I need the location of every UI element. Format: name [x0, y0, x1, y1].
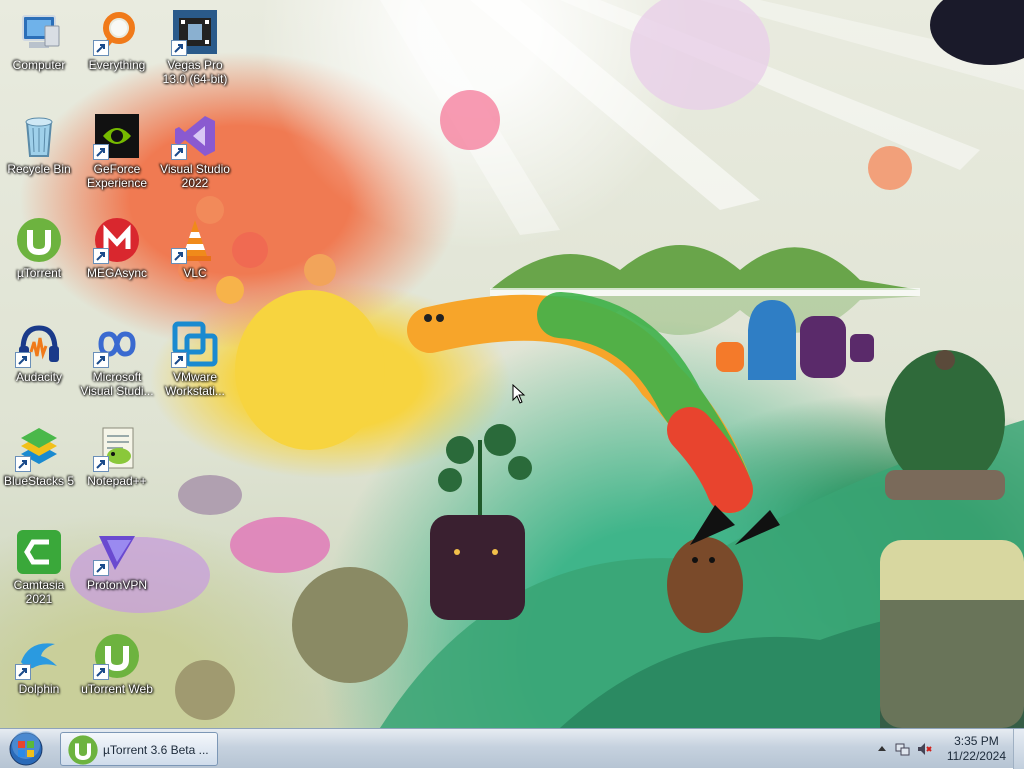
shortcut-arrow-icon	[15, 352, 31, 368]
desktop-icon-dolphin[interactable]: Dolphin	[0, 632, 78, 696]
clock[interactable]: 3:35 PM 11/22/2024	[947, 734, 1006, 764]
show-desktop-button[interactable]	[1013, 729, 1024, 769]
shortcut-arrow-icon	[171, 248, 187, 264]
start-button[interactable]	[6, 731, 46, 767]
desktop-icon-vlc[interactable]: VLC	[156, 216, 234, 280]
network-icon[interactable]	[894, 741, 910, 757]
camtasia-icon	[15, 530, 63, 580]
clock-time: 3:35 PM	[954, 734, 999, 748]
taskbar-button-label: µTorrent 3.6 Beta ...	[103, 743, 209, 757]
icon-label: GeForce Experience	[86, 162, 148, 190]
desktop-icon-megasync[interactable]: MEGAsync	[78, 216, 156, 280]
desktop[interactable]: Computer Everything Vegas Pro 13.0 (64-b…	[0, 0, 1024, 728]
shortcut-arrow-icon	[171, 144, 187, 160]
windows-orb-icon	[6, 731, 46, 771]
shortcut-arrow-icon	[93, 352, 109, 368]
shortcut-arrow-icon	[93, 560, 109, 576]
desktop-icon-utorrent[interactable]: µTorrent	[0, 216, 78, 280]
shortcut-arrow-icon	[15, 664, 31, 680]
shortcut-arrow-icon	[93, 248, 109, 264]
desktop-icon-camtasia[interactable]: Camtasia 2021	[0, 528, 78, 606]
desktop-icon-visual-studio-2022[interactable]: Visual Studio 2022	[156, 112, 234, 190]
desktop-icon-vegas-pro[interactable]: Vegas Pro 13.0 (64-bit)	[156, 8, 234, 86]
icon-label: Visual Studio 2022	[160, 162, 230, 190]
shortcut-arrow-icon	[93, 456, 109, 472]
taskbar: µTorrent 3.6 Beta ... 3:35 PM 11/22/2024	[0, 728, 1024, 769]
recycle-bin-icon	[15, 117, 63, 164]
desktop-icon-recycle-bin[interactable]: Recycle Bin	[0, 112, 78, 176]
desktop-icon-everything[interactable]: Everything	[78, 8, 156, 72]
mouse-cursor-icon	[512, 383, 526, 409]
shortcut-arrow-icon	[171, 40, 187, 56]
clock-date: 11/22/2024	[946, 749, 1006, 763]
system-tray: 3:35 PM 11/22/2024	[864, 729, 1024, 769]
volume-muted-icon[interactable]	[916, 741, 932, 757]
icon-label: Notepad++	[87, 474, 147, 488]
desktop-icon-audacity[interactable]: Audacity	[0, 320, 78, 384]
desktop-icon-computer[interactable]: Computer	[0, 8, 78, 72]
icon-label: Vegas Pro 13.0 (64-bit)	[162, 58, 228, 86]
utorrent-icon	[15, 218, 63, 268]
desktop-icon-geforce[interactable]: GeForce Experience	[78, 112, 156, 190]
icon-label: Computer	[12, 58, 66, 72]
icon-label: µTorrent	[16, 266, 62, 280]
icon-label: Everything	[88, 58, 146, 72]
icon-label: Microsoft Visual Studi...	[80, 370, 154, 398]
show-hidden-icons-icon[interactable]	[874, 741, 890, 757]
icon-label: Recycle Bin	[7, 162, 71, 176]
icon-label: Audacity	[15, 370, 63, 384]
icon-label: VLC	[183, 266, 207, 280]
shortcut-arrow-icon	[93, 144, 109, 160]
desktop-icon-bluestacks[interactable]: BlueStacks 5	[0, 424, 78, 488]
icon-label: uTorrent Web	[81, 682, 153, 696]
icon-label: BlueStacks 5	[3, 474, 75, 488]
icon-label: Camtasia 2021	[13, 578, 65, 606]
computer-icon	[15, 15, 63, 60]
icon-label: Dolphin	[18, 682, 60, 696]
icon-label: MEGAsync	[86, 266, 147, 280]
desktop-icon-microsoft-visual-studio[interactable]: Microsoft Visual Studi...	[78, 320, 156, 398]
desktop-icon-utorrent-web[interactable]: uTorrent Web	[78, 632, 156, 696]
shortcut-arrow-icon	[93, 664, 109, 680]
shortcut-arrow-icon	[15, 456, 31, 472]
icon-label: ProtonVPN	[86, 578, 148, 592]
shortcut-arrow-icon	[93, 40, 109, 56]
desktop-icon-notepad-plus-plus[interactable]: Notepad++	[78, 424, 156, 488]
icon-label: VMware Workstati...	[165, 370, 225, 398]
desktop-icon-vmware[interactable]: VMware Workstati...	[156, 320, 234, 398]
shortcut-arrow-icon	[171, 352, 187, 368]
desktop-icon-protonvpn[interactable]: ProtonVPN	[78, 528, 156, 592]
taskbar-button-utorrent[interactable]: µTorrent 3.6 Beta ...	[60, 732, 218, 766]
utorrent-icon	[67, 734, 99, 771]
